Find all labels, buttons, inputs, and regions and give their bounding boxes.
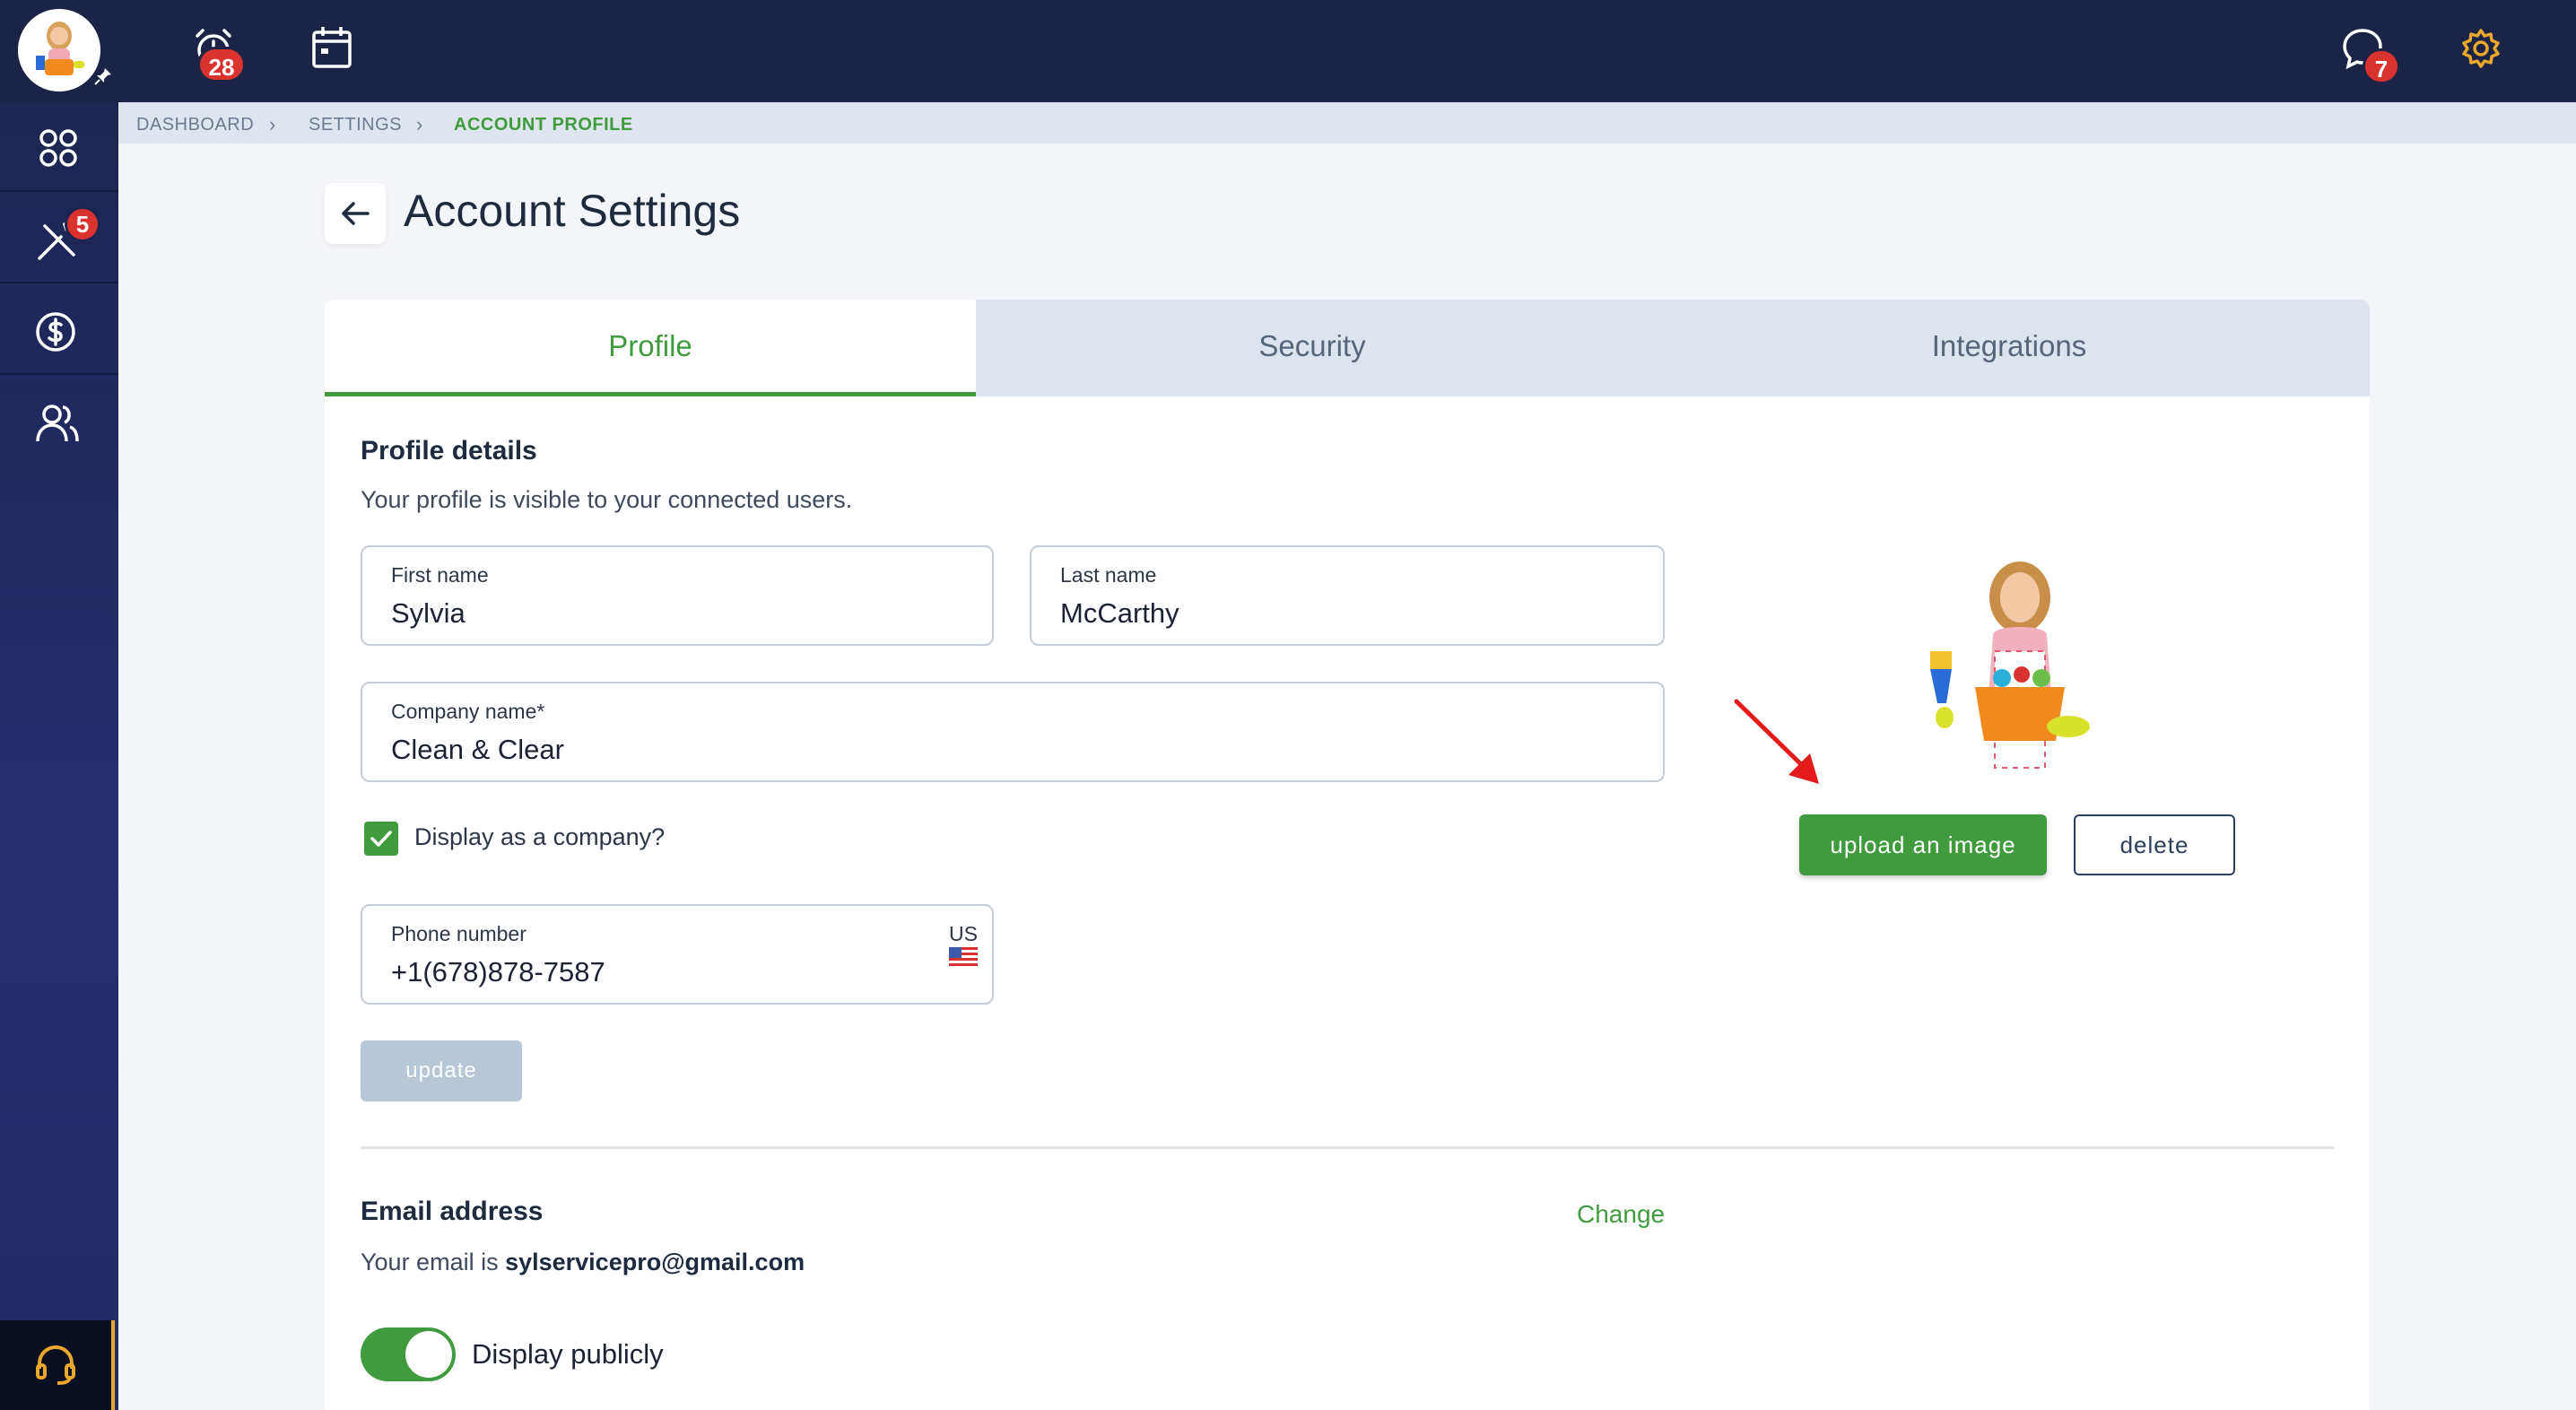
breadcrumb: DASHBOARD › SETTINGS › ACCOUNT PROFILE — [118, 102, 2576, 144]
back-button[interactable] — [325, 183, 386, 244]
change-email-link[interactable]: Change — [1577, 1200, 1665, 1229]
profile-details-title: Profile details — [361, 436, 537, 466]
page-title: Account Settings — [404, 186, 741, 236]
sidebar-item-billing[interactable] — [0, 285, 118, 375]
breadcrumb-dashboard[interactable]: DASHBOARD — [136, 115, 254, 135]
profile-subtitle: Your profile is visible to your connecte… — [361, 486, 853, 513]
company-name-label: Company name* — [391, 700, 545, 723]
grid-icon — [39, 129, 77, 167]
reminders-badge: 28 — [197, 47, 246, 83]
profile-picture — [1930, 561, 2090, 769]
pin-icon — [94, 68, 111, 85]
breadcrumb-account-profile: ACCOUNT PROFILE — [454, 115, 633, 135]
tab-profile[interactable]: Profile — [325, 300, 976, 396]
email-prefix: Your email is — [361, 1249, 499, 1275]
sidebar: 5 — [0, 102, 118, 1410]
delete-image-button[interactable]: delete — [2074, 814, 2235, 875]
sidebar-item-dashboard[interactable] — [0, 102, 118, 192]
red-arrow-annotation — [1734, 699, 1819, 784]
last-name-field[interactable]: Last name McCarthy — [1030, 545, 1665, 646]
display-publicly-toggle[interactable] — [361, 1327, 456, 1381]
section-divider — [361, 1146, 2334, 1149]
avatar[interactable] — [18, 9, 100, 91]
email-address: sylservicepro@gmail.com — [505, 1249, 805, 1275]
first-name-field[interactable]: First name Sylvia — [361, 545, 994, 646]
settings-card: Profile Security Integrations Profile de… — [325, 300, 2370, 1410]
sidebar-item-tools[interactable]: 5 — [0, 194, 118, 283]
tab-integrations[interactable]: Integrations — [1649, 300, 2370, 396]
last-name-label: Last name — [1060, 563, 1157, 587]
toggle-knob — [405, 1331, 452, 1378]
sidebar-item-users[interactable] — [0, 377, 118, 466]
email-info: Your email is sylservicepro@gmail.com — [361, 1249, 805, 1276]
arrow-left-icon — [342, 202, 370, 225]
chevron-right-icon: › — [416, 113, 423, 135]
display-as-company-label: Display as a company? — [414, 823, 666, 850]
company-name-field[interactable]: Company name* Clean & Clear — [361, 682, 1665, 782]
tools-badge: 5 — [65, 206, 100, 242]
first-name-label: First name — [391, 563, 489, 587]
calendar-icon[interactable] — [307, 23, 357, 74]
tab-security[interactable]: Security — [976, 300, 1649, 396]
us-flag-icon — [949, 947, 978, 967]
support-button[interactable] — [0, 1320, 115, 1410]
headset-icon — [36, 1345, 75, 1385]
messages-badge: 7 — [2363, 48, 2400, 84]
dollar-icon — [36, 312, 75, 352]
upload-image-button[interactable]: upload an image — [1799, 814, 2047, 875]
chevron-right-icon: › — [269, 113, 276, 135]
update-button[interactable]: update — [361, 1040, 522, 1101]
phone-number-label: Phone number — [391, 922, 527, 945]
display-as-company-checkbox[interactable] — [364, 822, 398, 856]
breadcrumb-settings[interactable]: SETTINGS — [309, 115, 402, 135]
gear-icon[interactable] — [2456, 23, 2506, 74]
email-address-title: Email address — [361, 1197, 544, 1226]
check-icon — [370, 831, 392, 847]
country-code[interactable]: US — [949, 922, 978, 946]
display-publicly-label: Display publicly — [472, 1338, 664, 1370]
phone-number-field[interactable]: Phone number +1(678)878-7587 US — [361, 904, 994, 1005]
company-name-value: Clean & Clear — [391, 734, 564, 765]
users-icon — [36, 405, 79, 442]
phone-number-value: +1(678)878-7587 — [391, 956, 605, 988]
last-name-value: McCarthy — [1060, 597, 1179, 629]
top-bar: 28 7 — [0, 0, 2576, 102]
tab-bar: Profile Security Integrations — [325, 300, 2370, 396]
first-name-value: Sylvia — [391, 597, 466, 629]
avatar-image — [18, 9, 100, 91]
